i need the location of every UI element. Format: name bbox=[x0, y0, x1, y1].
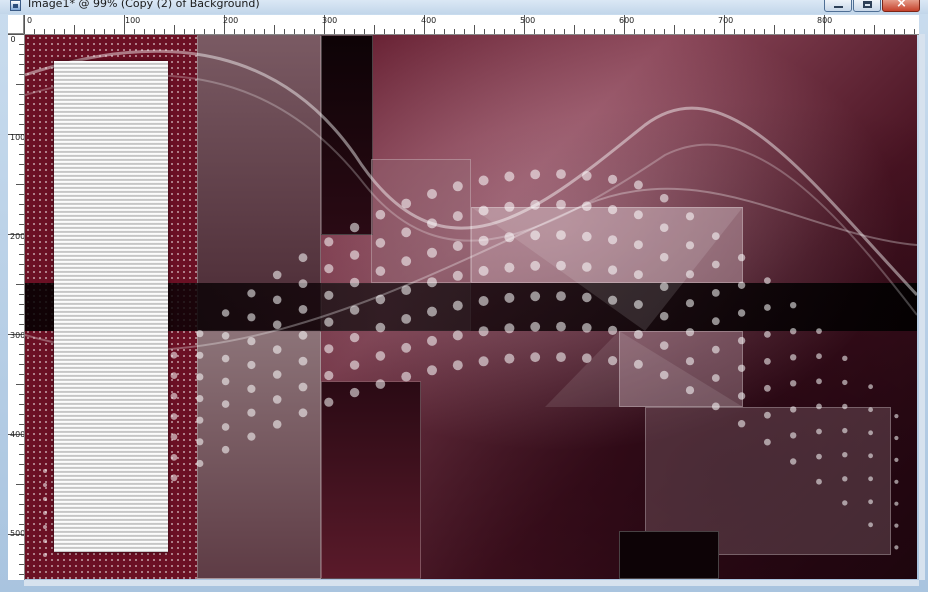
image-canvas[interactable] bbox=[25, 35, 917, 579]
horizontal-ruler-ticks bbox=[24, 15, 915, 34]
horizontal-scrollbar[interactable] bbox=[24, 580, 919, 586]
maximize-icon bbox=[863, 1, 872, 8]
ruler-vlabel-300: 300 bbox=[10, 331, 25, 340]
minimize-button[interactable] bbox=[824, 0, 852, 12]
vertical-scrollbar[interactable] bbox=[919, 34, 925, 580]
ruler-label-300: 300 bbox=[322, 16, 338, 25]
striped-white-bar bbox=[54, 61, 168, 552]
vertical-ruler: 0 100 200 300 400 500 bbox=[8, 34, 25, 580]
ruler-vlabel-200: 200 bbox=[10, 232, 25, 241]
ruler-label-700: 700 bbox=[718, 16, 734, 25]
maximize-button[interactable] bbox=[853, 0, 881, 12]
ruler-label-200: 200 bbox=[223, 16, 239, 25]
ruler-label-0: 0 bbox=[27, 16, 33, 25]
ruler-label-600: 600 bbox=[619, 16, 635, 25]
ruler-label-800: 800 bbox=[817, 16, 833, 25]
title-bar[interactable]: Image1* @ 99% (Copy (2) of Background) × bbox=[0, 0, 928, 14]
window-title: Image1* @ 99% (Copy (2) of Background) bbox=[28, 0, 260, 10]
ruler-vlabel-100: 100 bbox=[10, 133, 25, 142]
ruler-vlabel-400: 400 bbox=[10, 430, 25, 439]
ruler-vlabel-500: 500 bbox=[10, 529, 25, 538]
vertical-ruler-ticks bbox=[8, 34, 24, 575]
minimize-icon bbox=[834, 6, 843, 8]
image-window: Image1* @ 99% (Copy (2) of Background) ×… bbox=[0, 0, 928, 592]
close-button[interactable]: × bbox=[882, 0, 920, 12]
ruler-corner bbox=[8, 15, 24, 34]
image-document-icon[interactable] bbox=[10, 0, 21, 11]
horizontal-ruler: 0 100 200 300 400 500 600 700 800 bbox=[24, 15, 919, 35]
ruler-label-100: 100 bbox=[125, 16, 141, 25]
ruler-label-500: 500 bbox=[520, 16, 536, 25]
close-icon: × bbox=[896, 0, 907, 11]
ruler-vlabel-0: 0 bbox=[10, 35, 16, 44]
ruler-label-400: 400 bbox=[421, 16, 437, 25]
